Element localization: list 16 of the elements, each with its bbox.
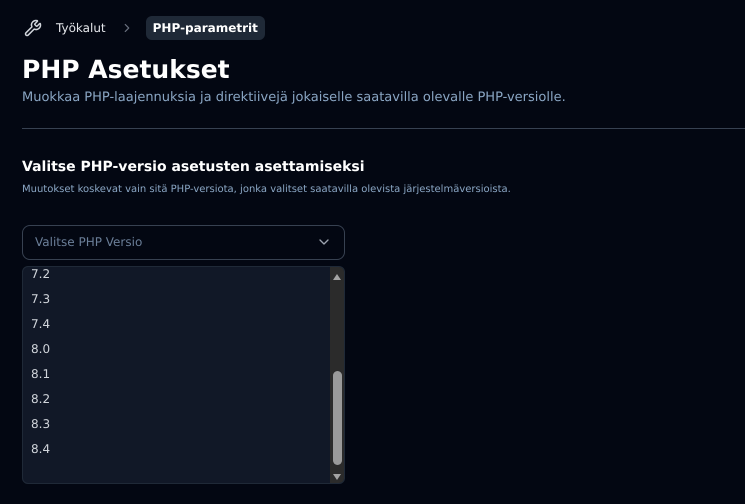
version-select[interactable]: Valitse PHP Versio xyxy=(22,224,345,260)
breadcrumb-link[interactable]: Työkalut xyxy=(54,19,108,37)
tools-icon xyxy=(24,19,42,37)
page-subtitle: Muokkaa PHP-laajennuksia ja direktiivejä jokaiselle saatavilla olevalle PHP-versiolle. xyxy=(22,89,567,107)
version-option[interactable]: 7.2 xyxy=(31,266,330,288)
version-option[interactable]: 8.1 xyxy=(31,360,330,388)
version-option[interactable]: 7.4 xyxy=(31,310,330,338)
version-option[interactable]: 8.3 xyxy=(31,410,330,438)
version-option[interactable]: 8.4 xyxy=(31,436,330,462)
page-title: PHP Asetukset xyxy=(22,54,231,86)
breadcrumb-link[interactable]: PHP-parametrit xyxy=(146,16,265,40)
section-description: Muutokset koskevat vain sitä PHP-versiota, jonka valitset saatavilla olevista järjestelmäversioista. xyxy=(22,182,512,196)
version-option[interactable]: 8.2 xyxy=(31,386,330,412)
version-option[interactable]: 8.0 xyxy=(31,336,330,362)
section-heading: Valitse PHP-versio asetusten asettamiseksi xyxy=(22,158,366,176)
version-option[interactable]: 7.3 xyxy=(31,286,330,312)
